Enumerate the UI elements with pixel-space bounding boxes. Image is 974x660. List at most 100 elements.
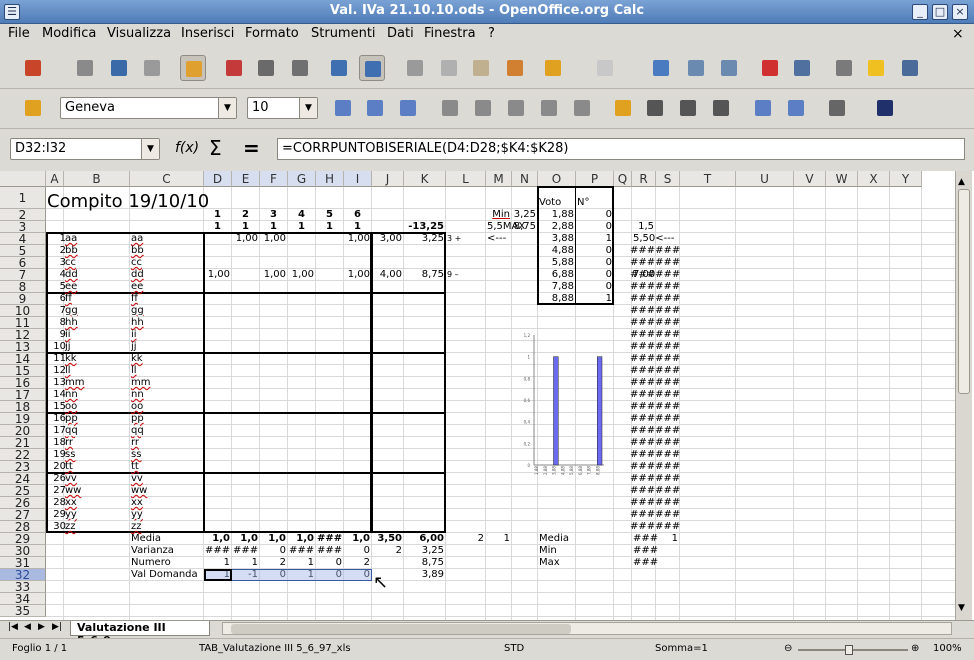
status-page-style[interactable]: TAB_Valutazione III 5_6_97_xls [199, 643, 351, 654]
sort-ascending-icon[interactable] [683, 55, 709, 81]
menu-visualizza[interactable]: Visualizza [107, 26, 171, 41]
cell[interactable]: 2 [345, 557, 370, 569]
cell[interactable]: ff [131, 293, 202, 305]
cell[interactable]: aa [131, 233, 202, 245]
cell[interactable]: gg [131, 305, 202, 317]
cell[interactable]: 9 – [447, 269, 484, 281]
cell[interactable]: 1 [261, 221, 286, 233]
cell[interactable]: 0 [577, 257, 612, 269]
cell[interactable]: xx [65, 497, 128, 509]
cell[interactable]: ###### [630, 485, 680, 497]
cell[interactable]: 8,75 [513, 221, 536, 233]
column-header[interactable]: I [344, 171, 372, 187]
column-header[interactable]: C [130, 171, 204, 187]
cell[interactable]: ###### [630, 389, 680, 401]
cell[interactable]: jj [131, 341, 202, 353]
column-header[interactable]: R [632, 171, 656, 187]
cell[interactable]: pp [65, 413, 128, 425]
cell[interactable]: 1 [345, 221, 370, 233]
cell[interactable]: 1,0 [345, 533, 370, 545]
cell[interactable]: ii [65, 329, 128, 341]
cell[interactable]: bb [65, 245, 128, 257]
cell[interactable]: ###### [630, 341, 680, 353]
cell[interactable]: ###### [630, 257, 680, 269]
column-header[interactable]: U [736, 171, 794, 187]
column-header[interactable]: F [260, 171, 288, 187]
cell[interactable]: 5 [50, 281, 66, 293]
cell[interactable]: Numero [131, 557, 202, 569]
delete-decimal-icon[interactable] [708, 95, 734, 121]
cell[interactable]: ###### [630, 413, 680, 425]
cell[interactable]: 0 [345, 545, 370, 557]
cell[interactable]: 8 [50, 317, 66, 329]
cell[interactable]: 3 + [447, 233, 484, 245]
cell[interactable]: 0 [577, 221, 612, 233]
cell[interactable]: hh [131, 317, 202, 329]
font-size-box[interactable]: 10 ▼ [247, 97, 318, 119]
cell[interactable]: 1,88 [539, 209, 574, 221]
cell[interactable]: 5,88 [539, 257, 574, 269]
cell[interactable]: dd [65, 269, 128, 281]
cell[interactable]: 20 [50, 461, 66, 473]
cell[interactable]: 4 [289, 209, 314, 221]
column-header[interactable]: X [858, 171, 890, 187]
edit-mode-icon[interactable] [180, 55, 206, 81]
cell[interactable]: 5 [317, 209, 342, 221]
column-header[interactable]: D [204, 171, 232, 187]
cell[interactable]: 3,89 [405, 569, 444, 581]
italic-icon[interactable] [362, 95, 388, 121]
zoom-slider-handle[interactable] [845, 645, 853, 655]
cell[interactable]: 1,00 [289, 269, 314, 281]
cell[interactable]: 4,00 [373, 269, 402, 281]
menu-dati[interactable]: Dati [387, 26, 414, 41]
cell[interactable]: zz [131, 521, 202, 533]
cell[interactable]: 8,88 [539, 293, 574, 305]
cell[interactable]: ###### [630, 521, 680, 533]
cell[interactable]: Min [539, 545, 599, 557]
column-header[interactable]: Q [614, 171, 632, 187]
last-sheet-icon[interactable]: ▶| [52, 622, 62, 632]
cell[interactable]: Media [131, 533, 202, 545]
close-window-icon[interactable]: × [952, 4, 968, 20]
cell[interactable]: ###### [630, 377, 680, 389]
minimize-icon[interactable]: _ [912, 4, 928, 20]
cell[interactable]: oo [131, 401, 202, 413]
cell[interactable]: ii [131, 329, 202, 341]
horizontal-scroll-thumb[interactable] [231, 624, 571, 634]
cell[interactable]: gg [65, 305, 128, 317]
cell[interactable]: 1 [233, 221, 258, 233]
cell[interactable]: 15 [50, 401, 66, 413]
cell[interactable]: ###### [630, 353, 680, 365]
cell[interactable]: dd [131, 269, 202, 281]
cell[interactable]: ll [131, 365, 202, 377]
hyperlink-icon[interactable] [648, 55, 674, 81]
function-icon[interactable]: = [243, 136, 260, 160]
menu-strumenti[interactable]: Strumenti [311, 26, 376, 41]
cell[interactable]: 18 [50, 437, 66, 449]
cell[interactable]: oo [65, 401, 128, 413]
cell[interactable]: yy [65, 509, 128, 521]
cell[interactable]: N° [577, 197, 612, 209]
column-header[interactable]: B [64, 171, 130, 187]
scroll-down-icon[interactable]: ▼ [958, 603, 965, 613]
styles-icon[interactable] [20, 95, 46, 121]
align-left-icon[interactable] [437, 95, 463, 121]
cell[interactable]: cc [131, 257, 202, 269]
percent-format-icon[interactable] [642, 95, 668, 121]
cell[interactable]: 29 [50, 509, 66, 521]
cell[interactable]: 11 [50, 353, 66, 365]
cell[interactable]: zz [65, 521, 128, 533]
cell[interactable]: ss [65, 449, 128, 461]
borders-icon[interactable] [824, 95, 850, 121]
cell[interactable]: 5,50<--- [633, 233, 693, 245]
cell[interactable]: ###### [630, 305, 680, 317]
decrease-indent-icon[interactable] [750, 95, 776, 121]
cell[interactable]: mm [131, 377, 202, 389]
cell[interactable]: 6,88 [539, 269, 574, 281]
cell[interactable]: nn [131, 389, 202, 401]
column-header[interactable]: W [826, 171, 858, 187]
cell[interactable]: 2 [50, 245, 66, 257]
cell[interactable]: 19 [50, 449, 66, 461]
cell[interactable]: 0 [261, 545, 286, 557]
email-icon[interactable] [139, 55, 165, 81]
